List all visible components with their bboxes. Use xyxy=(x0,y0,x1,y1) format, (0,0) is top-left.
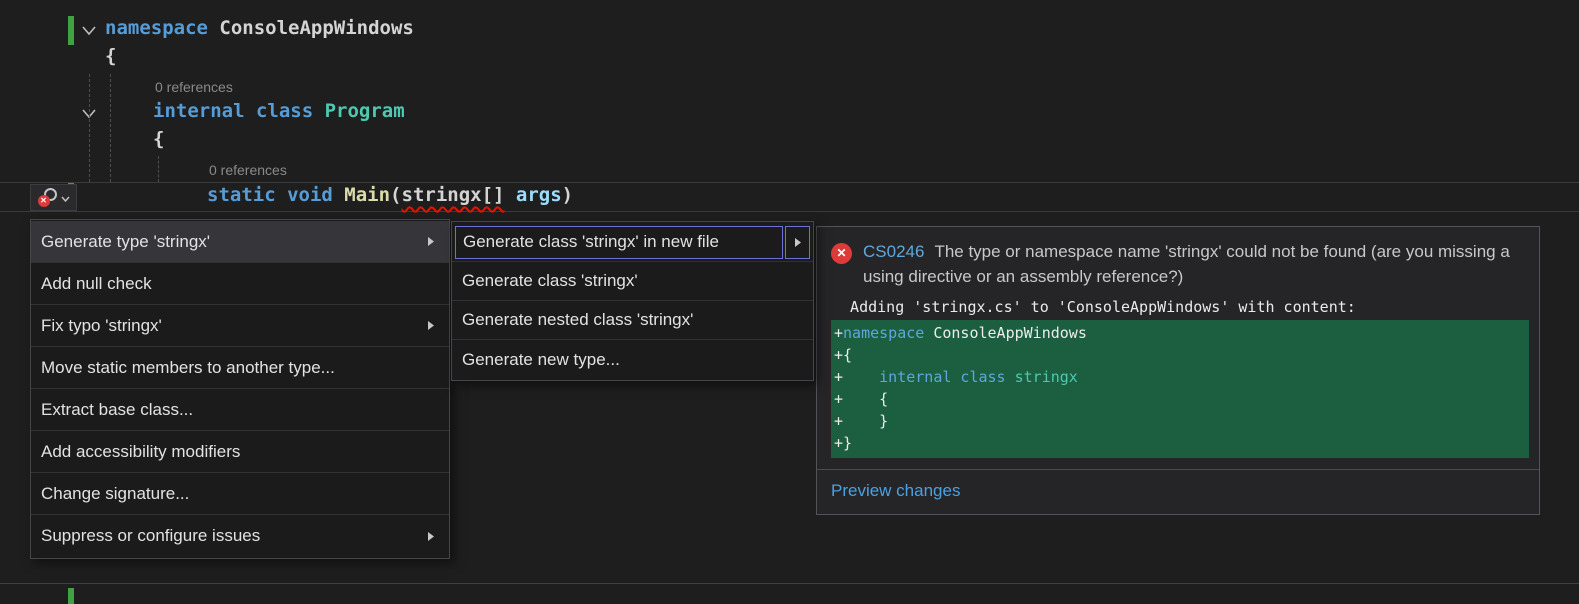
submenu-arrow-icon xyxy=(427,236,435,247)
menu-item-label: Suppress or configure issues xyxy=(41,526,427,546)
codelens-references[interactable]: 0 references xyxy=(209,162,287,178)
diff-plus: + xyxy=(834,324,843,342)
submenu-arrow-icon xyxy=(427,531,435,542)
code-line: { xyxy=(105,45,116,67)
token-error-type[interactable]: stringx[] xyxy=(402,184,505,206)
code-line: { xyxy=(153,128,164,150)
menu-item-label: Fix typo 'stringx' xyxy=(41,316,427,336)
diff-text: +} xyxy=(834,434,852,452)
editor-divider-line xyxy=(0,583,1579,584)
diff-line: +namespace ConsoleAppWindows xyxy=(834,322,1529,344)
diff-plus: + xyxy=(834,368,879,386)
token-keyword: namespace xyxy=(105,17,208,39)
error-row: ✕ CS0246The type or namespace name 'stri… xyxy=(817,227,1539,293)
token-space xyxy=(504,184,515,206)
preview-flyout-arrow-button[interactable] xyxy=(785,226,810,259)
diff-line: + } xyxy=(834,410,1529,432)
menu-item-label: Add accessibility modifiers xyxy=(41,442,435,462)
diff-line: + internal class stringx xyxy=(834,366,1529,388)
menu-item-label: Extract base class... xyxy=(41,400,435,420)
menu-item-add-accessibility-modifiers[interactable]: Add accessibility modifiers xyxy=(31,431,449,473)
token-paren: ) xyxy=(562,184,573,206)
menu-item-label: Change signature... xyxy=(41,484,435,504)
code-line: static void Main(stringx[] args) xyxy=(207,184,573,206)
error-message: CS0246The type or namespace name 'string… xyxy=(863,240,1523,289)
diff-line: + { xyxy=(834,388,1529,410)
menu-item-label: Generate type 'stringx' xyxy=(41,232,427,252)
diff-text: + { xyxy=(834,390,888,408)
diff-text: +{ xyxy=(834,346,852,364)
preview-changes-link[interactable]: Preview changes xyxy=(831,481,960,500)
indent-guide xyxy=(89,74,90,182)
error-code[interactable]: CS0246 xyxy=(863,242,924,261)
menu-item-suppress-or-configure[interactable]: Suppress or configure issues xyxy=(31,515,449,557)
menu-item-generate-type[interactable]: Generate type 'stringx' xyxy=(31,221,449,263)
chevron-down-icon xyxy=(61,189,70,207)
error-preview-panel: ✕ CS0246The type or namespace name 'stri… xyxy=(816,226,1540,515)
token-brace: { xyxy=(105,45,116,67)
code-line: namespace ConsoleAppWindows xyxy=(105,17,414,39)
lightbulb-icon: ✕ xyxy=(38,188,57,207)
token-keyword: namespace xyxy=(843,324,924,342)
indent-guide xyxy=(158,156,159,182)
diff-line: +{ xyxy=(834,344,1529,366)
submenu-item-generate-nested-class[interactable]: Generate nested class 'stringx' xyxy=(452,301,813,340)
menu-item-fix-typo[interactable]: Fix typo 'stringx' xyxy=(31,305,449,347)
submenu-arrow-icon xyxy=(427,320,435,331)
diff-preview-block: +namespace ConsoleAppWindows +{ + intern… xyxy=(831,320,1529,458)
collapse-chevron-icon[interactable] xyxy=(81,24,97,42)
submenu-item-generate-new-type[interactable]: Generate new type... xyxy=(452,340,813,379)
error-text: The type or namespace name 'stringx' cou… xyxy=(863,242,1510,286)
adding-file-line: Adding 'stringx.cs' to 'ConsoleAppWindow… xyxy=(817,293,1539,319)
git-change-bar xyxy=(68,588,74,604)
quick-actions-button[interactable]: ✕ xyxy=(30,184,77,211)
menu-item-move-static-members[interactable]: Move static members to another type... xyxy=(31,347,449,389)
git-change-bar xyxy=(68,16,74,45)
token-method-name: Main xyxy=(344,184,390,206)
diff-line: +} xyxy=(834,432,1529,454)
menu-item-label: Move static members to another type... xyxy=(41,358,435,378)
token-keyword: internal class xyxy=(153,100,313,122)
token-identifier: ConsoleAppWindows xyxy=(208,17,414,39)
submenu-item-label: Generate nested class 'stringx' xyxy=(462,310,693,330)
code-line: internal class Program xyxy=(153,100,405,122)
token-identifier: ConsoleAppWindows xyxy=(924,324,1087,342)
token-keyword: internal class xyxy=(879,368,1005,386)
panel-footer: Preview changes xyxy=(817,469,1539,512)
vs-editor-screen: namespace ConsoleAppWindows { 0 referenc… xyxy=(0,0,1579,604)
generate-type-submenu: Generate class 'stringx' in new file Gen… xyxy=(451,221,814,381)
submenu-item-label: Generate class 'stringx' xyxy=(462,271,638,291)
token-parameter: args xyxy=(516,184,562,206)
submenu-item-label: Generate new type... xyxy=(462,350,620,370)
menu-item-label: Add null check xyxy=(41,274,435,294)
error-icon: ✕ xyxy=(831,243,852,264)
codelens-references[interactable]: 0 references xyxy=(155,79,233,95)
quick-actions-menu: Generate type 'stringx' Add null check F… xyxy=(30,219,450,559)
token-class-name: stringx xyxy=(1006,368,1078,386)
indent-guide xyxy=(110,74,111,182)
token-class-name: Program xyxy=(313,100,405,122)
menu-item-add-null-check[interactable]: Add null check xyxy=(31,263,449,305)
error-badge-icon: ✕ xyxy=(38,195,50,207)
diff-text: + } xyxy=(834,412,888,430)
menu-item-extract-base-class[interactable]: Extract base class... xyxy=(31,389,449,431)
submenu-item-generate-class-new-file[interactable]: Generate class 'stringx' in new file xyxy=(452,223,813,262)
token-keyword: static void xyxy=(207,184,344,206)
submenu-item-label: Generate class 'stringx' in new file xyxy=(455,226,783,259)
submenu-item-generate-class[interactable]: Generate class 'stringx' xyxy=(452,262,813,301)
token-paren: ( xyxy=(390,184,401,206)
menu-item-change-signature[interactable]: Change signature... xyxy=(31,473,449,515)
token-brace: { xyxy=(153,128,164,150)
